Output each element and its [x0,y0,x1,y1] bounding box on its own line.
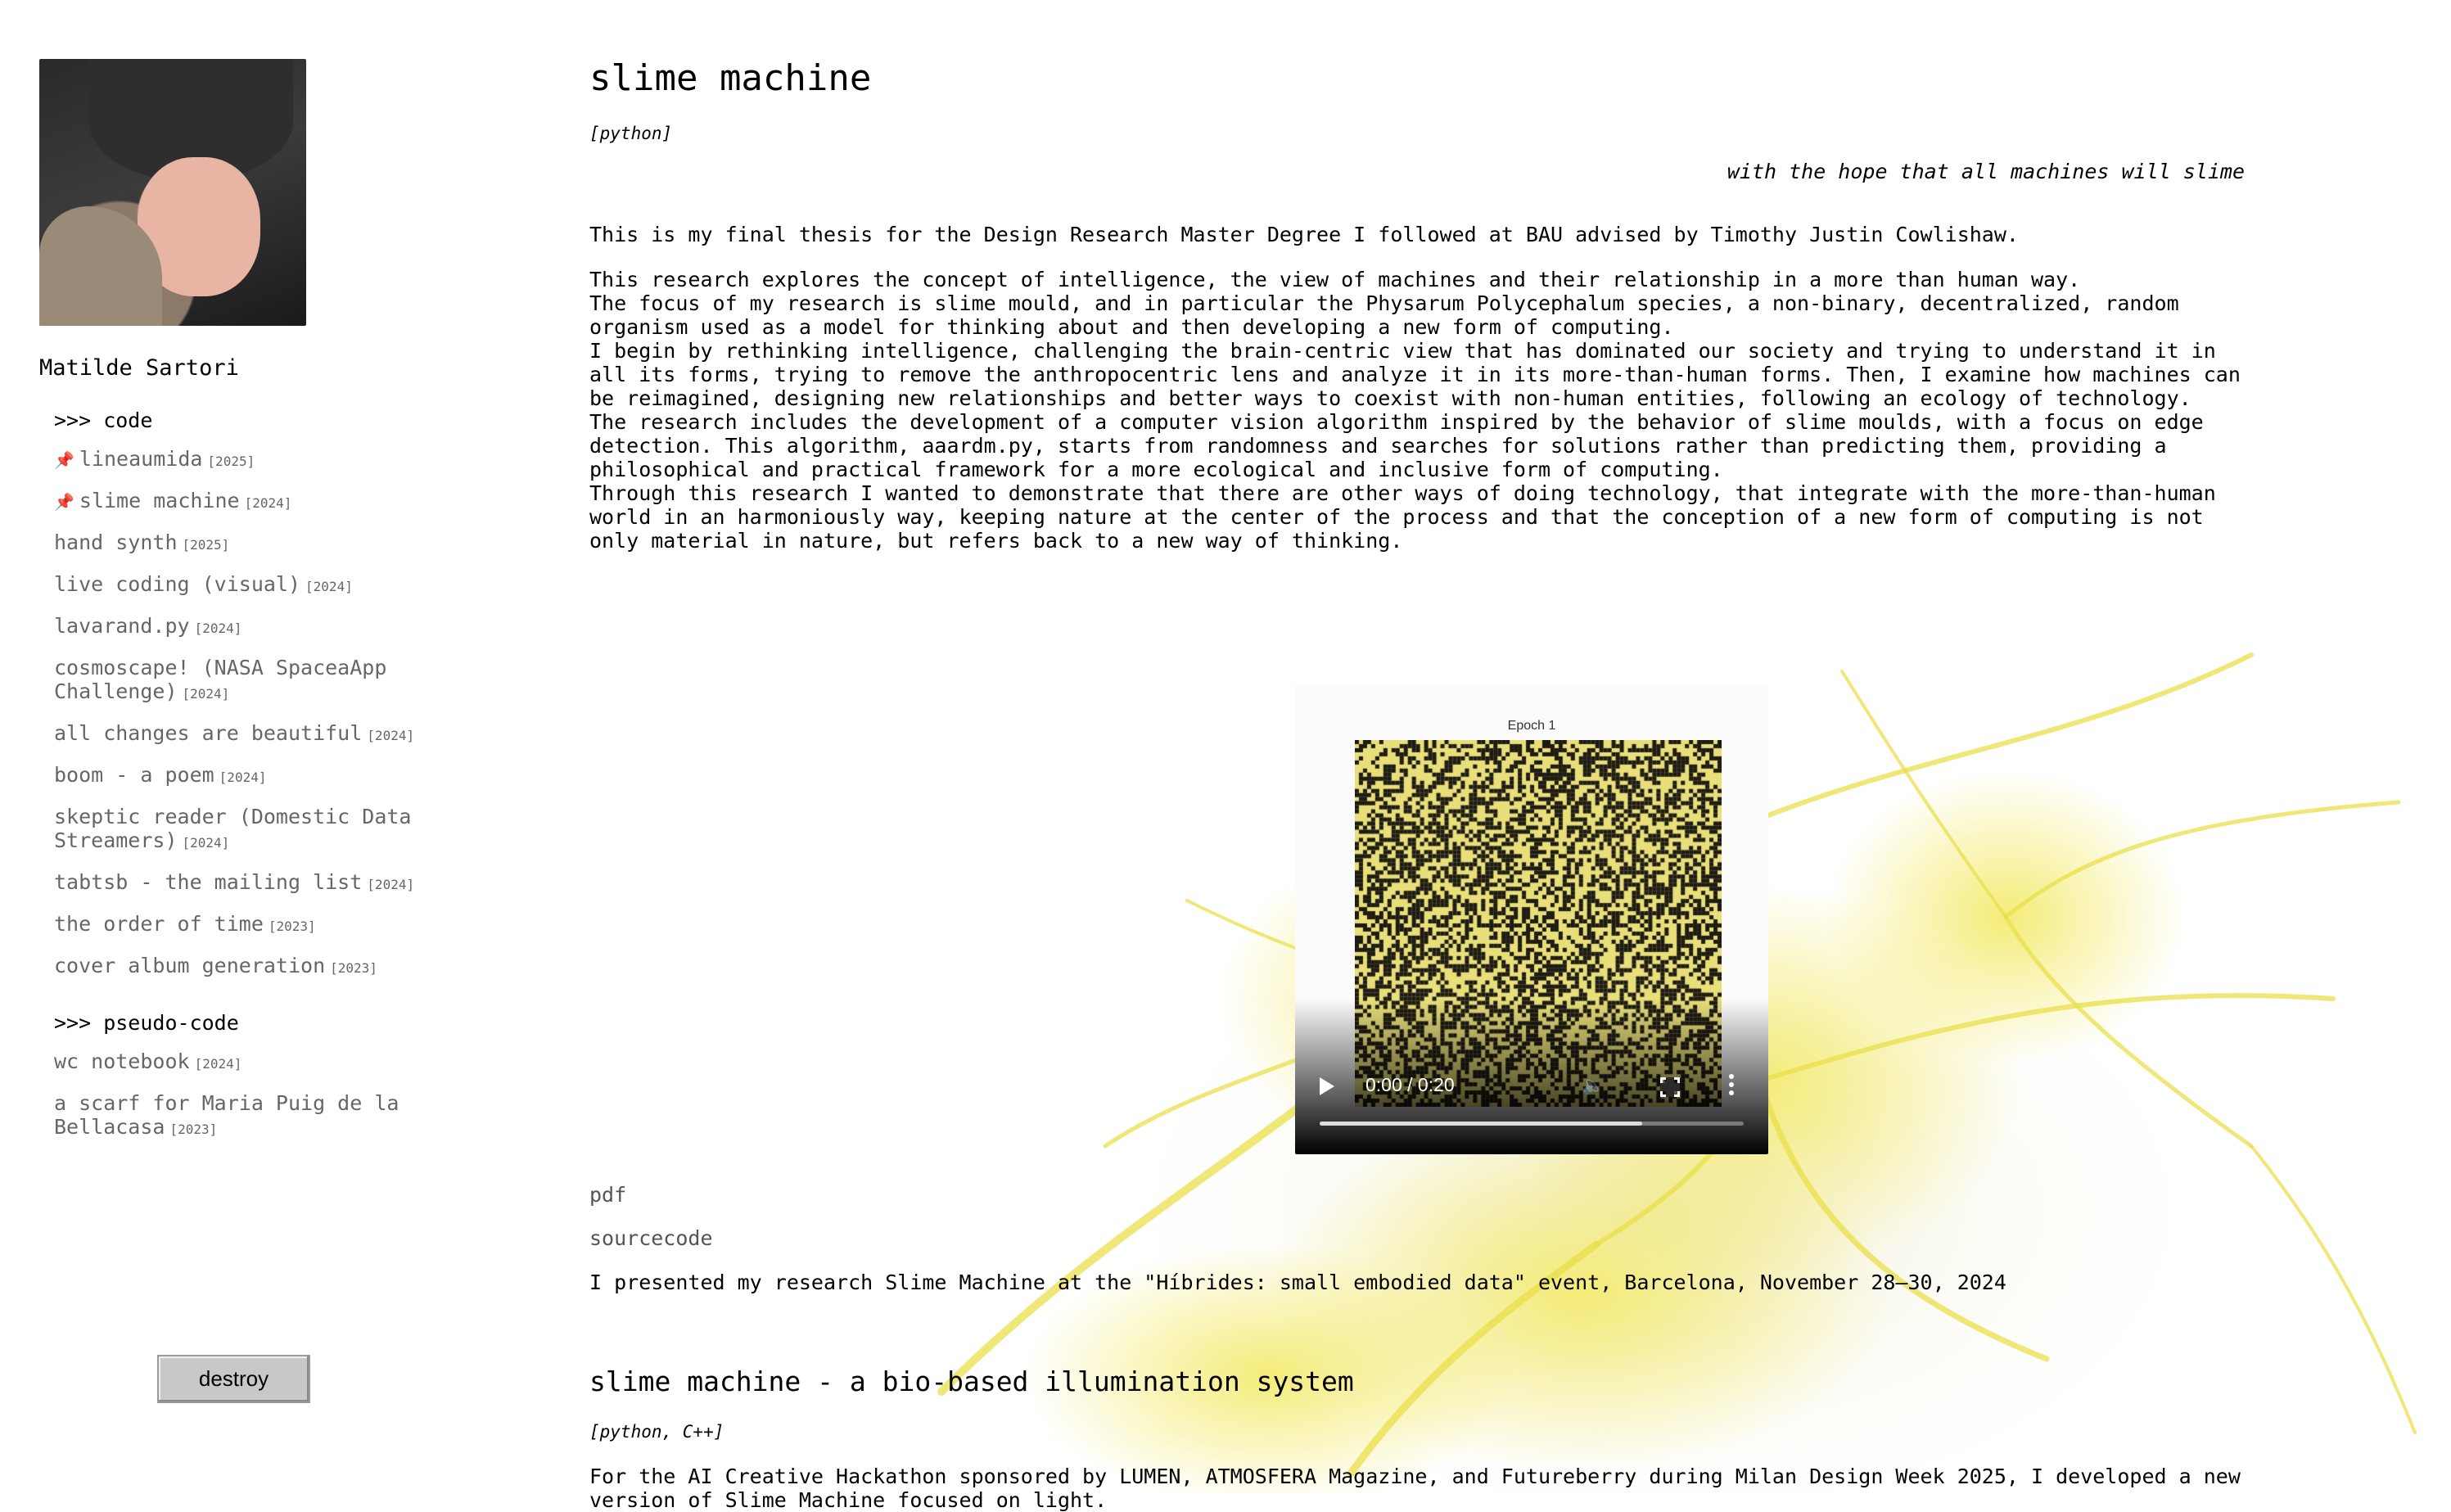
nav-item-year: [2024] [182,686,230,702]
description-paragraph: Through this research I wanted to demons… [589,481,2216,553]
nav-item[interactable]: live coding (visual) [2024] [54,572,498,598]
video-buffer-fill [1320,1122,1642,1126]
nav-item[interactable]: tabtsb - the mailing list [2024] [54,870,498,896]
nav-item-label: live coding (visual) [54,572,301,596]
pushpin-icon: 📌 [54,450,74,470]
nav-item[interactable]: skeptic reader (Domestic Data Streamers)… [54,805,498,855]
nav-item[interactable]: 📌 lineaumida [2025] [54,447,498,473]
project2-languages: [python, C++] [589,1422,724,1442]
nav-item[interactable]: 📌 slime machine [2024] [54,489,498,515]
nav-item-label: lineaumida [79,447,203,471]
description-paragraph: The focus of my research is slime mould,… [589,291,2179,339]
nav-item-year: [2023] [330,960,377,976]
nav-item-year: [2024] [367,728,415,743]
nav-item-year: [2024] [219,770,267,785]
nav-item-label: skeptic reader (Domestic Data Streamers) [54,805,412,852]
nav-item[interactable]: lavarand.py [2024] [54,614,498,640]
author-name: Matilde Sartori [39,355,239,381]
nav-item-label: the order of time [54,912,264,936]
nav-item-year: [2024] [244,495,292,511]
project2-title: slime machine - a bio-based illumination… [589,1365,1354,1397]
nav-item-label: wc notebook [54,1049,190,1073]
nav-item[interactable]: the order of time [2023] [54,912,498,938]
sourcecode-link[interactable]: sourcecode [589,1226,713,1250]
nav-item-label: cover album generation [54,954,326,977]
nav-item-year: [2024] [194,621,242,636]
nav-section-heading: >>> code [54,408,153,432]
nav-item-year: [2024] [194,1056,242,1072]
nav-item-year: [2025] [182,537,230,553]
project-description: This research explores the concept of in… [589,268,2251,553]
description-paragraph: This research explores the concept of in… [589,268,2081,291]
project-languages: [python] [589,124,673,143]
project-nav: >>> code 📌 lineaumida [2025] 📌 slime machine[… [39,408,498,1141]
nav-item-year: [2024] [182,835,230,851]
pushpin-icon: 📌 [54,492,74,512]
nav-item-year: [2023] [169,1122,218,1137]
nav-item-label: all changes are beautiful [54,721,363,745]
project2-text: For the AI Creative Hackathon sponsored … [589,1465,2241,1512]
description-paragraph: The research includes the development of… [589,410,2204,481]
nav-item[interactable]: a scarf for Maria Puig de la Bellacasa [2… [54,1091,498,1141]
nav-item[interactable]: cover album generation [2023] [54,954,498,980]
sidebar: Matilde Sartori >>> code 📌 lineaumida [2025… [39,59,498,1157]
nav-item-year: [2023] [268,918,316,934]
video-player[interactable]: Epoch 1 0:00 / 0:20 🔈 [1295,684,1768,1154]
nav-item[interactable]: boom - a poem [2024] [54,763,498,789]
avatar [39,59,306,326]
video-progress-bar[interactable] [1320,1122,1744,1126]
description-paragraph: I begin by rethinking intelligence, chal… [589,339,2241,410]
nav-item-label: hand synth [54,530,178,554]
nav-item-year: [2024] [305,579,353,594]
nav-item-label: slime machine [79,489,240,512]
nav-section-heading: >>> pseudo-code [54,1011,239,1035]
video-frame-label: Epoch 1 [1507,719,1556,733]
nav-item-year: [2024] [367,877,415,892]
project-intro: This is my final thesis for the Design R… [589,223,2019,246]
nav-item[interactable]: cosmoscape! (NASA SpaceaApp Challenge) [2… [54,656,498,706]
project-quote: with the hope that all machines will sli… [1727,160,2245,183]
nav-item-year: [2025] [207,454,255,469]
nav-item-label: a scarf for Maria Puig de la Bellacasa [54,1091,399,1139]
more-options-icon[interactable] [1729,1071,1734,1099]
nav-item-label: lavarand.py [54,614,190,638]
project-section-2: slime machine - a bio-based illumination… [589,1365,2259,1512]
play-icon[interactable] [1320,1077,1334,1095]
pdf-link[interactable]: pdf [589,1183,626,1207]
presentation-note: I presented my research Slime Machine at… [589,1271,2006,1294]
video-controls: 0:00 / 0:20 🔈 [1295,999,1768,1154]
fullscreen-icon[interactable] [1660,1077,1680,1097]
nav-item[interactable]: hand synth [2025] [54,530,498,557]
destroy-button[interactable]: destroy [157,1355,310,1403]
nav-item[interactable]: wc notebook [2024] [54,1049,498,1076]
video-time: 0:00 / 0:20 [1365,1074,1455,1095]
volume-icon[interactable]: 🔈 [1582,1076,1604,1096]
nav-item-label: boom - a poem [54,763,214,787]
page-title: slime machine [589,57,872,99]
nav-item-label: tabtsb - the mailing list [54,870,363,894]
main-content: slime machine [python] with the hope tha… [589,57,2251,553]
nav-item[interactable]: all changes are beautiful [2024] [54,721,498,747]
